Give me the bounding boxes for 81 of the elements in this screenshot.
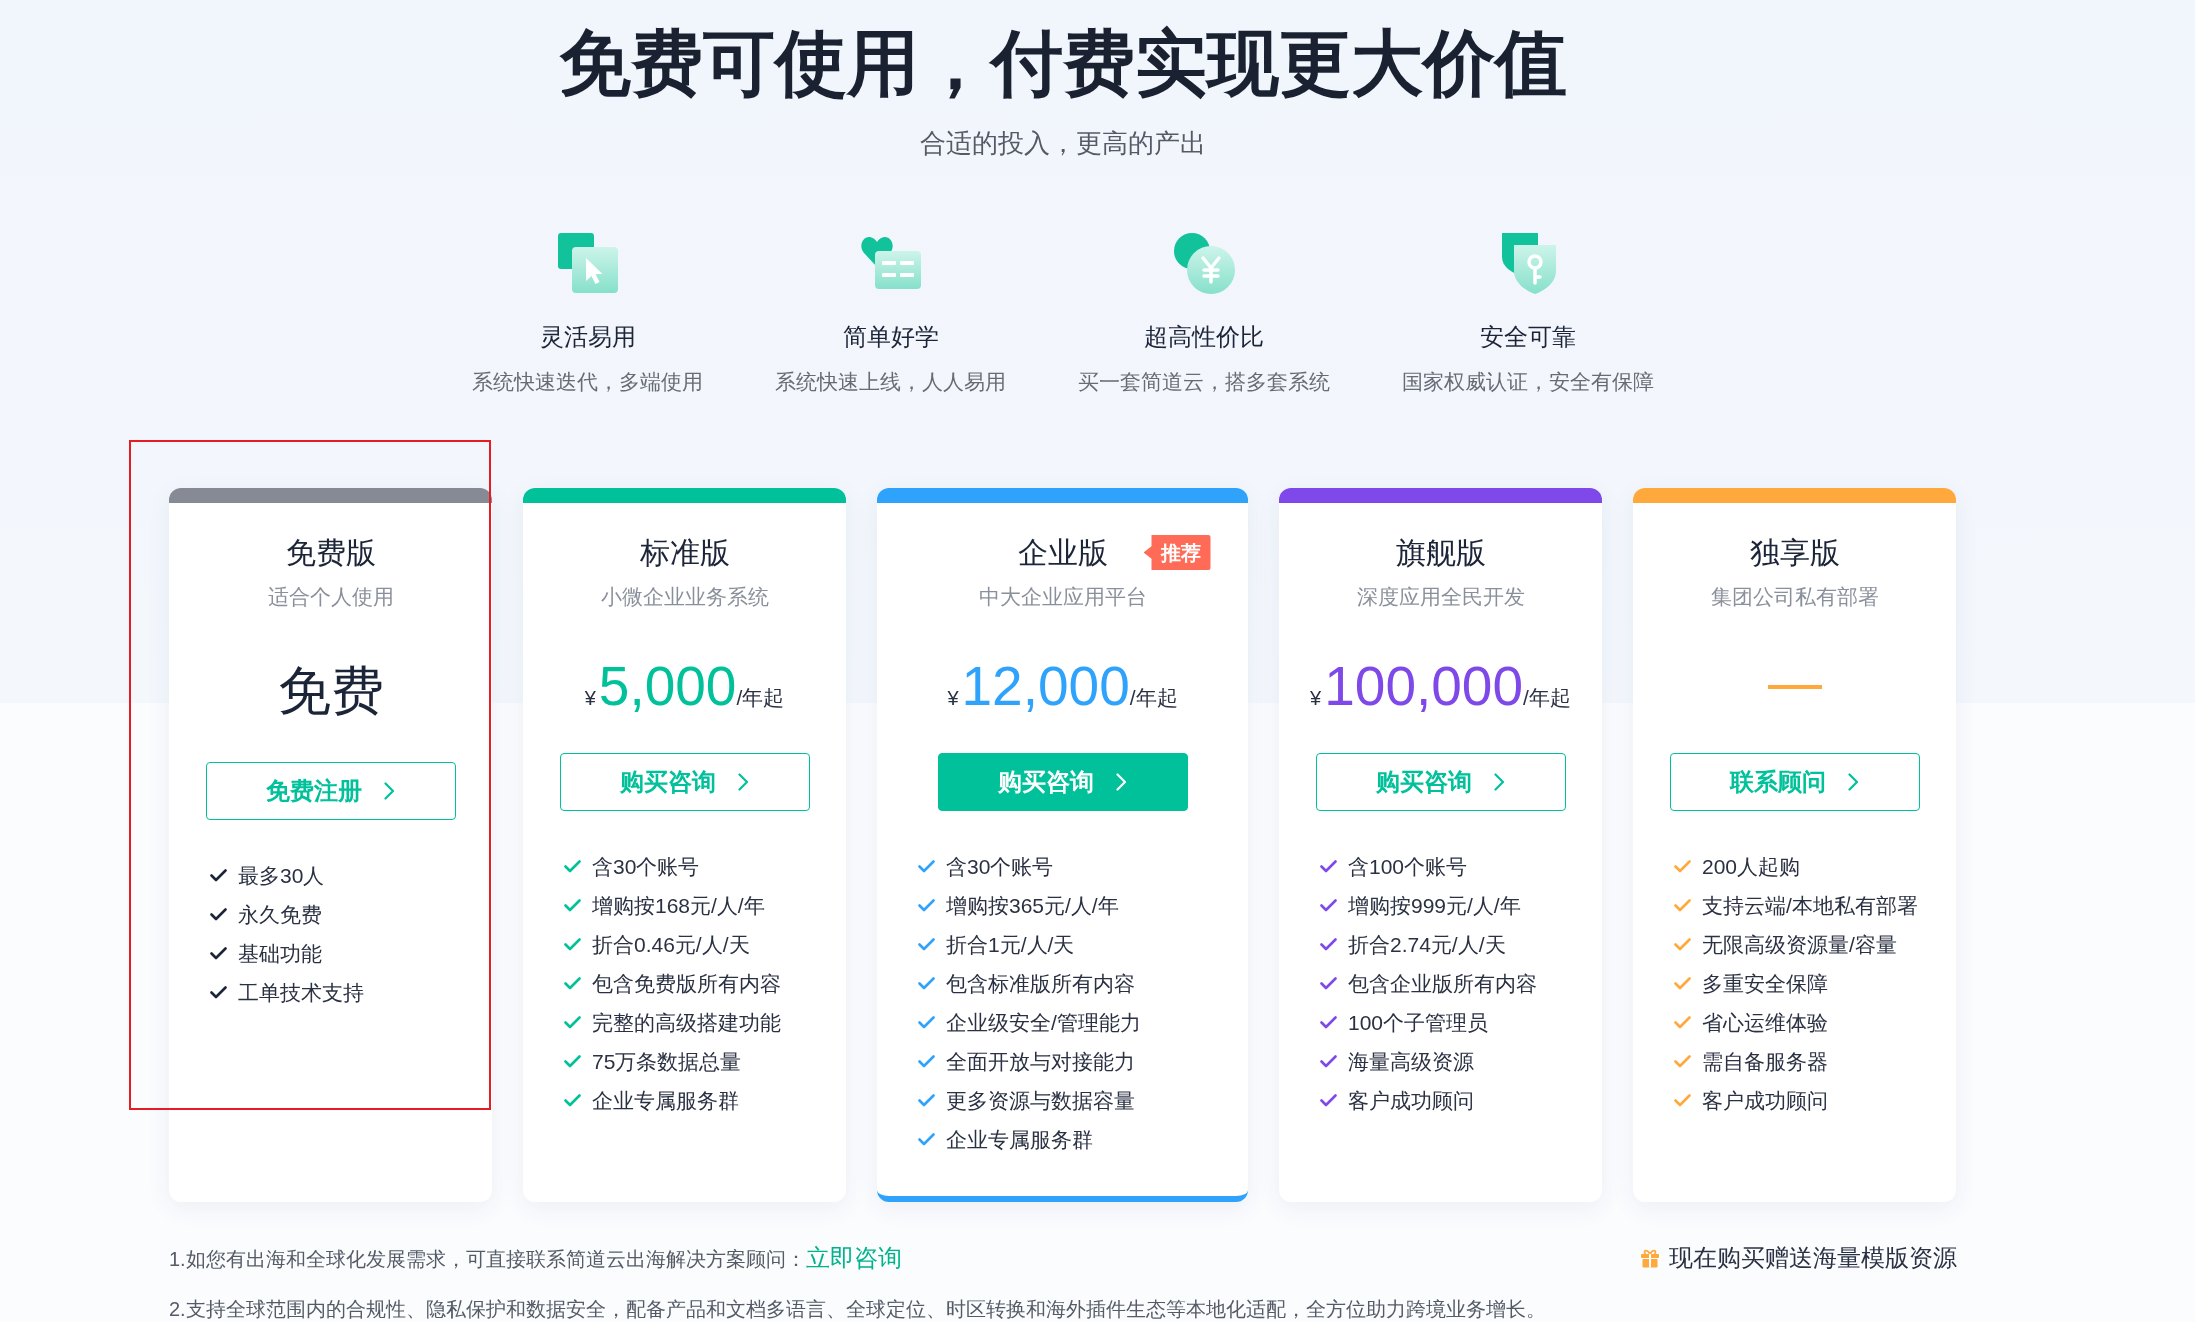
feature-description: 系统快速迭代，多端使用 bbox=[472, 369, 703, 395]
feature-text: 100个子管理员 bbox=[1348, 1009, 1489, 1036]
price-unit: /年起 bbox=[1523, 686, 1571, 709]
consult-button[interactable]: 购买咨询 bbox=[937, 753, 1188, 811]
price-unit: /年起 bbox=[736, 686, 785, 709]
feature-text: 无限高级资源量/容量 bbox=[1702, 931, 1897, 958]
feature-description: 系统快速上线，人人易用 bbox=[775, 369, 1006, 395]
feature-text: 折合0.46元/人/天 bbox=[592, 931, 750, 958]
currency-symbol: ¥ bbox=[1310, 686, 1322, 711]
feature-title: 灵活易用 bbox=[539, 322, 636, 352]
plan-name: 旗舰版 bbox=[1395, 535, 1486, 571]
feature-title: 安全可靠 bbox=[1480, 322, 1576, 352]
feature-text: 客户成功顾问 bbox=[1348, 1087, 1474, 1114]
feature-text: 增购按365元/人/年 bbox=[946, 892, 1119, 919]
plan-name: 独享版 bbox=[1749, 535, 1840, 571]
plan-subtitle: 深度应用全民开发 bbox=[1355, 584, 1526, 610]
plan-name: 免费版 bbox=[285, 535, 376, 571]
feature-text: 需自备服务器 bbox=[1702, 1048, 1828, 1075]
feature-text: 支持云端/本地私有部署 bbox=[1702, 892, 1918, 919]
feature-text: 多重安全保障 bbox=[1702, 970, 1828, 997]
feature-description: 国家权威认证，安全有保障 bbox=[1402, 369, 1654, 395]
feature-text: 含30个账号 bbox=[592, 853, 700, 880]
feature-text: 基础功能 bbox=[238, 940, 322, 967]
window-cursor-icon bbox=[555, 231, 620, 295]
feature-text: 完整的高级搭建功能 bbox=[592, 1009, 781, 1036]
page-subtitle: 合适的投入，更高的产出 bbox=[919, 127, 1207, 160]
feature-text: 工单技术支持 bbox=[238, 979, 364, 1006]
plan-subtitle: 集团公司私有部署 bbox=[1709, 584, 1880, 610]
feature-text: 最多30人 bbox=[238, 862, 325, 889]
yen-coin-icon bbox=[1172, 231, 1236, 295]
feature-text: 企业专属服务群 bbox=[946, 1126, 1093, 1153]
consult-button[interactable]: 购买咨询 bbox=[1315, 753, 1566, 811]
page-title: 免费可使用，付费实现更大价值 bbox=[558, 22, 1568, 105]
footnote: 1.如您有出海和全球化发展需求，可直接联系简道云出海解决方案顾问：立即咨询 bbox=[169, 1242, 902, 1273]
consult-button[interactable]: 免费注册 bbox=[205, 762, 456, 820]
feature-text: 200人起购 bbox=[1702, 853, 1801, 880]
feature-text: 企业专属服务群 bbox=[592, 1087, 739, 1114]
feature-title: 超高性价比 bbox=[1144, 322, 1264, 352]
feature-text: 折合2.74元/人/天 bbox=[1348, 931, 1506, 958]
feature-title: 简单好学 bbox=[842, 322, 939, 352]
feature-text: 包含标准版所有内容 bbox=[946, 970, 1135, 997]
feature-text: 企业级安全/管理能力 bbox=[946, 1009, 1141, 1036]
feature-text: 海量高级资源 bbox=[1348, 1048, 1474, 1075]
feature-text: 增购按999元/人/年 bbox=[1348, 892, 1521, 919]
chevron-right-icon bbox=[384, 782, 395, 800]
chevron-right-icon bbox=[738, 773, 749, 791]
feature-text: 增购按168元/人/年 bbox=[592, 892, 765, 919]
feature-text: 更多资源与数据容量 bbox=[946, 1087, 1135, 1114]
feature-text: 省心运维体验 bbox=[1702, 1009, 1828, 1036]
price-text: 免费 bbox=[277, 660, 384, 722]
price-amount: 12,000 bbox=[961, 658, 1130, 715]
feature-text: 折合1元/人/天 bbox=[946, 931, 1075, 958]
feature-description: 买一套简道云，搭多套系统 bbox=[1078, 369, 1330, 395]
consult-button[interactable]: 联系顾问 bbox=[1669, 753, 1920, 811]
feature-text: 含100个账号 bbox=[1348, 853, 1468, 880]
plan-subtitle: 适合个人使用 bbox=[266, 584, 395, 610]
plan-subtitle: 中大企业应用平台 bbox=[977, 584, 1148, 610]
chevron-right-icon bbox=[1494, 773, 1505, 791]
feature-text: 包含企业版所有内容 bbox=[1348, 970, 1537, 997]
consult-button[interactable]: 购买咨询 bbox=[559, 753, 810, 811]
currency-symbol: ¥ bbox=[947, 686, 959, 711]
recommend-badge: 推荐 bbox=[1143, 535, 1211, 570]
feature-text: 客户成功顾问 bbox=[1702, 1087, 1828, 1114]
feature-text: 含30个账号 bbox=[946, 853, 1054, 880]
promo-text: 现在购买赠送海量模版资源 bbox=[1669, 1243, 1957, 1273]
feature-text: 永久免费 bbox=[238, 901, 322, 928]
gift-icon bbox=[1640, 1248, 1660, 1268]
footnote: 2.支持全球范围内的合规性、隐私保护和数据安全，配备产品和文档多语言、全球定位、时区转换和海外插件生态等本地化适配，全方位助力跨境业务增长。 bbox=[169, 1298, 1547, 1320]
price-unit: /年起 bbox=[1129, 686, 1178, 709]
feature-text: 包含免费版所有内容 bbox=[592, 970, 781, 997]
chevron-right-icon bbox=[1116, 773, 1127, 791]
plan-subtitle: 小微企业业务系统 bbox=[599, 584, 770, 610]
feature-text: 75万条数据总量 bbox=[592, 1048, 742, 1075]
plan-name: 标准版 bbox=[639, 535, 730, 571]
feature-text: 全面开放与对接能力 bbox=[946, 1048, 1135, 1075]
price-amount: 5,000 bbox=[598, 658, 737, 715]
currency-symbol: ¥ bbox=[584, 686, 596, 711]
chevron-right-icon bbox=[1848, 773, 1859, 791]
consult-link[interactable]: 立即咨询 bbox=[805, 1243, 902, 1271]
price-amount: 100,000 bbox=[1324, 658, 1524, 715]
plan-name: 企业版 bbox=[1017, 535, 1108, 571]
